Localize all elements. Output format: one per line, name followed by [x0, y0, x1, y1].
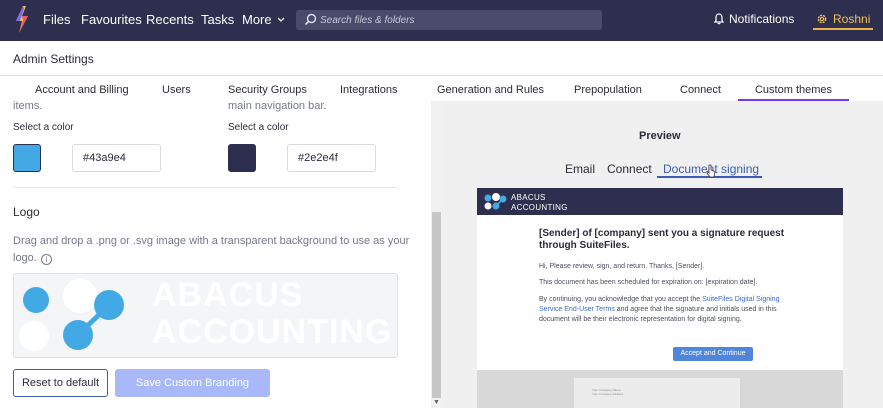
- search-icon: [304, 13, 317, 26]
- top-navigation-bar: Files Favourites Recents Tasks More Noti…: [0, 0, 883, 41]
- mouse-cursor-icon: [706, 164, 716, 178]
- email-heading: [Sender] of [company] sent you a signatu…: [539, 228, 785, 251]
- email-line-greeting: Hi, Please review, sign, and return. Tha…: [539, 263, 705, 270]
- app-logo-icon[interactable]: [14, 6, 30, 33]
- nav-more-label: More: [242, 12, 272, 27]
- preview-title: Preview: [639, 130, 681, 142]
- tab-prepopulation[interactable]: Prepopulation: [574, 84, 642, 96]
- bell-icon: [714, 13, 724, 25]
- search-bar[interactable]: [296, 10, 602, 30]
- user-menu[interactable]: Roshni: [813, 9, 873, 30]
- tab-users[interactable]: Users: [162, 84, 191, 96]
- email-terms-prefix: By continuing, you acknowledge that you …: [539, 296, 703, 303]
- page-title: Admin Settings: [13, 52, 94, 66]
- email-preview-card: ABACUS ACCOUNTING [Sender] of [company] …: [477, 188, 843, 408]
- search-input[interactable]: [320, 12, 596, 28]
- nav-favourites[interactable]: Favourites: [81, 12, 142, 27]
- settings-tab-list: Account and Billing Users Security Group…: [0, 78, 883, 101]
- scrollbar-thumb[interactable]: [432, 212, 441, 398]
- header-divider: [0, 75, 883, 76]
- email-header: ABACUS ACCOUNTING: [477, 188, 843, 215]
- tab-custom-themes-label: Custom themes: [754, 84, 833, 96]
- reset-to-default-button[interactable]: Reset to default: [13, 369, 108, 397]
- email-line-terms: By continuing, you acknowledge that you …: [539, 295, 791, 325]
- email-logo-line-2: ACCOUNTING: [511, 203, 568, 212]
- secondary-color-description: main navigation bar.: [228, 100, 327, 112]
- tab-connect[interactable]: Connect: [680, 84, 721, 96]
- nav-tasks[interactable]: Tasks: [201, 12, 234, 27]
- section-divider: [13, 187, 397, 188]
- tab-security-groups[interactable]: Security Groups: [228, 84, 307, 96]
- secondary-color-label: Select a color: [228, 122, 289, 133]
- user-name: Roshni: [833, 11, 871, 26]
- primary-color-description: items.: [13, 100, 43, 112]
- nav-recents[interactable]: Recents: [146, 12, 194, 27]
- primary-color-label: Select a color: [13, 122, 74, 133]
- preview-tab-connect[interactable]: Connect: [607, 162, 652, 176]
- secondary-color-swatch[interactable]: [228, 144, 256, 172]
- logo-dropzone[interactable]: ABACUS ACCOUNTING: [13, 273, 398, 358]
- accept-and-continue-button[interactable]: Accept and Continue: [673, 347, 753, 361]
- document-page-text: Your Company Name Your Company Address: [592, 388, 623, 396]
- document-line-2: Your Company Address: [592, 392, 624, 396]
- email-logo-text: ABACUS ACCOUNTING: [511, 194, 568, 212]
- nav-files[interactable]: Files: [43, 12, 70, 27]
- notifications-label: Notifications: [729, 12, 795, 26]
- logo-description-text: Drag and drop a .png or .svg image with …: [13, 235, 410, 264]
- email-logo-icon: [484, 193, 507, 210]
- email-line-expiration: This document has been scheduled for exp…: [539, 279, 758, 286]
- nav-more[interactable]: More: [242, 12, 285, 27]
- tab-account-and-billing[interactable]: Account and Billing: [35, 84, 129, 96]
- preview-tab-email[interactable]: Email: [565, 162, 595, 176]
- save-custom-branding-button[interactable]: Save Custom Branding: [115, 369, 270, 397]
- company-logo-icon: [19, 279, 124, 351]
- info-icon[interactable]: i: [40, 254, 52, 265]
- scroll-down-arrow-icon[interactable]: ▼: [432, 398, 441, 407]
- document-preview-area: Your Company Name Your Company Address: [477, 370, 843, 408]
- company-logo-wordmark: ABACUS ACCOUNTING: [152, 277, 392, 351]
- logo-description: Drag and drop a .png or .svg image with …: [13, 233, 413, 267]
- secondary-color-hex-input[interactable]: [287, 144, 376, 172]
- email-logo-line-1: ABACUS: [511, 193, 546, 202]
- notifications-button[interactable]: Notifications: [714, 12, 794, 26]
- logo-heading: Logo: [13, 205, 40, 219]
- gear-icon: [817, 14, 827, 23]
- primary-color-swatch[interactable]: [13, 144, 41, 172]
- tab-custom-themes[interactable]: Custom themes: [738, 80, 849, 101]
- primary-color-hex-input[interactable]: [72, 144, 161, 172]
- tab-generation-and-rules[interactable]: Generation and Rules: [437, 84, 544, 96]
- chevron-down-icon: [277, 17, 285, 22]
- wordmark-line-1: ABACUS: [152, 276, 304, 314]
- wordmark-line-2: ACCOUNTING: [152, 313, 393, 351]
- preview-right-margin: [843, 188, 883, 408]
- tab-integrations[interactable]: Integrations: [340, 84, 397, 96]
- document-page: Your Company Name Your Company Address: [574, 378, 740, 408]
